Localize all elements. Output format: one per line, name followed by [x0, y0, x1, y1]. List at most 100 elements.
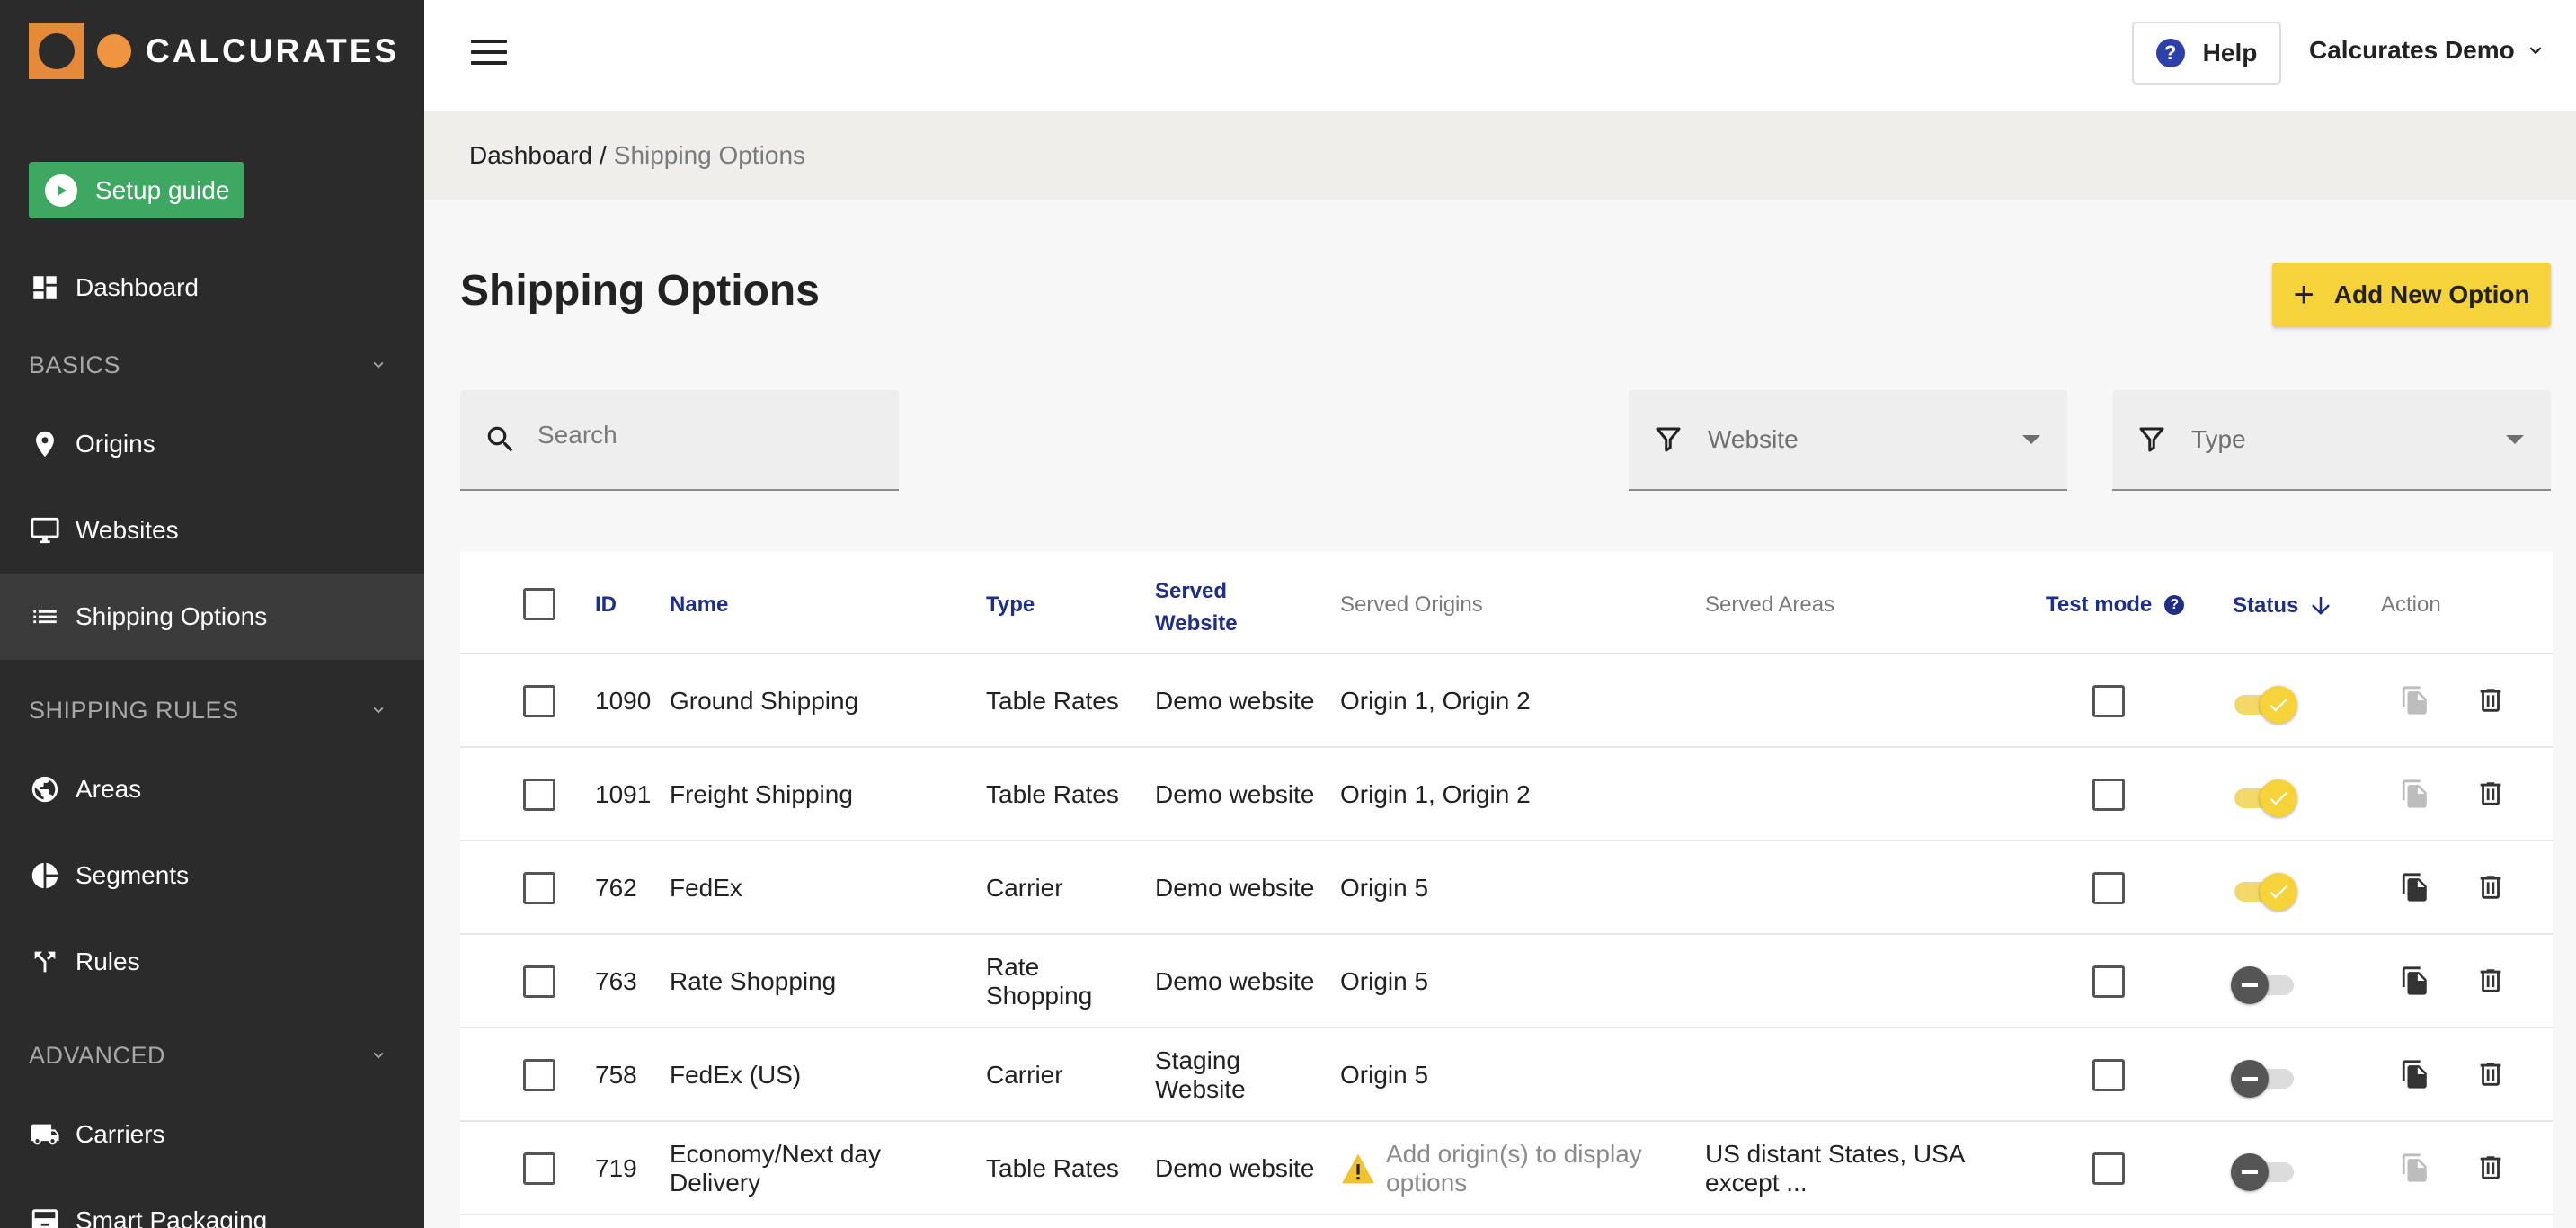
- help-button[interactable]: ? Help: [2132, 22, 2281, 85]
- account-menu[interactable]: Calcurates Demo: [2309, 36, 2547, 65]
- row-select-checkbox[interactable]: [523, 965, 555, 998]
- header-status-label: Status: [2233, 593, 2299, 618]
- row-select-checkbox[interactable]: [523, 872, 555, 904]
- brand-logo[interactable]: CALCURATES: [29, 23, 399, 79]
- status-toggle[interactable]: [2231, 1151, 2297, 1192]
- header-served-origins: Served Origins: [1340, 592, 1483, 617]
- row-select-checkbox[interactable]: [523, 779, 555, 811]
- setup-guide-button[interactable]: Setup guide: [29, 162, 244, 218]
- row-id: 763: [595, 967, 637, 995]
- website-filter-label: Website: [1708, 425, 1799, 453]
- test-mode-checkbox[interactable]: [2092, 1152, 2125, 1185]
- row-select-checkbox[interactable]: [523, 685, 555, 717]
- dashboard-icon: [29, 271, 61, 304]
- website-filter-select[interactable]: Website: [1629, 390, 2067, 491]
- table-row[interactable]: 758 FedEx (US) Carrier Staging Website Origin…: [460, 1028, 2553, 1122]
- table-row[interactable]: 762 FedEx Carrier Demo website Origin 5: [460, 841, 2553, 935]
- sidebar-item-carriers[interactable]: Carriers: [0, 1091, 424, 1178]
- search-input[interactable]: [537, 421, 879, 449]
- sidebar-item-label: Segments: [76, 861, 190, 889]
- check-icon: [2260, 873, 2297, 911]
- menu-toggle-icon[interactable]: [471, 40, 507, 68]
- table-row[interactable]: 719 Economy/Next day Delivery Table Rates De…: [460, 1122, 2553, 1215]
- test-mode-checkbox[interactable]: [2092, 1059, 2125, 1091]
- logo-mark-icon: [29, 23, 84, 79]
- sidebar-item-origins[interactable]: Origins: [0, 401, 424, 487]
- delete-icon[interactable]: [2475, 870, 2506, 904]
- copy-icon[interactable]: [2400, 1057, 2430, 1091]
- help-icon: ?: [2155, 39, 2185, 67]
- copy-icon[interactable]: [2400, 777, 2430, 811]
- sidebar-item-dashboard[interactable]: Dashboard: [0, 245, 424, 331]
- row-website: Demo website: [1155, 780, 1315, 808]
- header-type[interactable]: Type: [986, 592, 1035, 618]
- status-toggle[interactable]: [2231, 964, 2297, 1005]
- row-name-line1: Economy/Next day: [670, 1140, 881, 1168]
- row-name[interactable]: Economy/Next day Delivery: [670, 1140, 881, 1197]
- minus-icon: [2231, 1060, 2269, 1098]
- table-row[interactable]: 1090 Ground Shipping Table Rates Demo websi…: [460, 654, 2553, 748]
- sidebar-item-label: Shipping Options: [76, 602, 268, 630]
- test-mode-checkbox[interactable]: [2092, 872, 2125, 904]
- row-select-checkbox[interactable]: [523, 1059, 555, 1091]
- header-id[interactable]: ID: [595, 592, 617, 618]
- delete-icon[interactable]: [2475, 964, 2506, 998]
- select-all-checkbox[interactable]: [523, 588, 555, 620]
- sidebar-item-label: Dashboard: [76, 273, 199, 301]
- sidebar-item-websites[interactable]: Websites: [0, 487, 424, 574]
- package-icon: [29, 1205, 61, 1228]
- row-type: Carrier: [986, 874, 1063, 902]
- row-name[interactable]: Freight Shipping: [670, 780, 853, 809]
- sidebar-item-rules[interactable]: Rules: [0, 919, 424, 1005]
- copy-icon[interactable]: [2400, 1151, 2430, 1185]
- status-toggle[interactable]: [2231, 683, 2297, 725]
- status-toggle[interactable]: [2231, 870, 2297, 912]
- sidebar-item-smart-packaging[interactable]: Smart Packaging: [0, 1178, 424, 1228]
- status-toggle[interactable]: [2231, 777, 2297, 818]
- section-label: ADVANCED: [29, 1041, 166, 1069]
- copy-icon[interactable]: [2400, 683, 2430, 717]
- sidebar-item-label: Carriers: [76, 1120, 165, 1148]
- sidebar-item-areas[interactable]: Areas: [0, 746, 424, 832]
- header-test-mode[interactable]: Test mode ?: [2046, 592, 2185, 618]
- delete-icon[interactable]: [2475, 777, 2506, 811]
- header-served-website-line2: Website: [1155, 611, 1238, 636]
- arrow-down-icon: [2312, 597, 2331, 615]
- delete-icon[interactable]: [2475, 683, 2506, 717]
- account-name: Calcurates Demo: [2309, 36, 2515, 64]
- truck-icon: [29, 1118, 61, 1151]
- filter-icon: [1656, 427, 1681, 452]
- header-served-website[interactable]: Served Website: [1155, 575, 1238, 640]
- status-toggle[interactable]: [2231, 1057, 2297, 1099]
- sidebar-item-segments[interactable]: Segments: [0, 832, 424, 919]
- test-mode-checkbox[interactable]: [2092, 779, 2125, 811]
- add-new-option-label: Add New Option: [2333, 280, 2530, 308]
- row-name[interactable]: Rate Shopping: [670, 967, 836, 996]
- sidebar-section-basics[interactable]: BASICS: [0, 329, 424, 401]
- row-name[interactable]: FedEx: [670, 874, 742, 903]
- table-row[interactable]: 763 Rate Shopping Rate Shopping Demo website…: [460, 935, 2553, 1028]
- add-new-option-button[interactable]: + Add New Option: [2272, 263, 2551, 327]
- sidebar-section-advanced[interactable]: ADVANCED: [0, 1019, 424, 1091]
- test-mode-checkbox[interactable]: [2092, 685, 2125, 717]
- delete-icon[interactable]: [2475, 1151, 2506, 1185]
- breadcrumb-dashboard-link[interactable]: Dashboard: [469, 141, 592, 170]
- header-status[interactable]: Status: [2233, 592, 2334, 619]
- list-icon: [29, 601, 61, 633]
- type-filter-select[interactable]: Type: [2112, 390, 2551, 491]
- shipping-options-table: ID Name Type Served Website Served Origi…: [460, 552, 2553, 1228]
- table-row[interactable]: 1091 Freight Shipping Table Rates Demo webs…: [460, 748, 2553, 841]
- row-select-checkbox[interactable]: [523, 1152, 555, 1185]
- play-icon: [45, 174, 77, 207]
- row-name[interactable]: FedEx (US): [670, 1061, 801, 1090]
- header-name[interactable]: Name: [670, 592, 728, 618]
- sidebar-section-shipping-rules[interactable]: SHIPPING RULES: [0, 674, 424, 746]
- copy-icon[interactable]: [2400, 870, 2430, 904]
- sidebar-item-shipping-options[interactable]: Shipping Options: [0, 574, 424, 660]
- test-mode-checkbox[interactable]: [2092, 965, 2125, 998]
- delete-icon[interactable]: [2475, 1057, 2506, 1091]
- info-icon[interactable]: ?: [2164, 595, 2185, 615]
- chevron-down-icon: [373, 707, 384, 714]
- row-name[interactable]: Ground Shipping: [670, 687, 858, 716]
- copy-icon[interactable]: [2400, 964, 2430, 998]
